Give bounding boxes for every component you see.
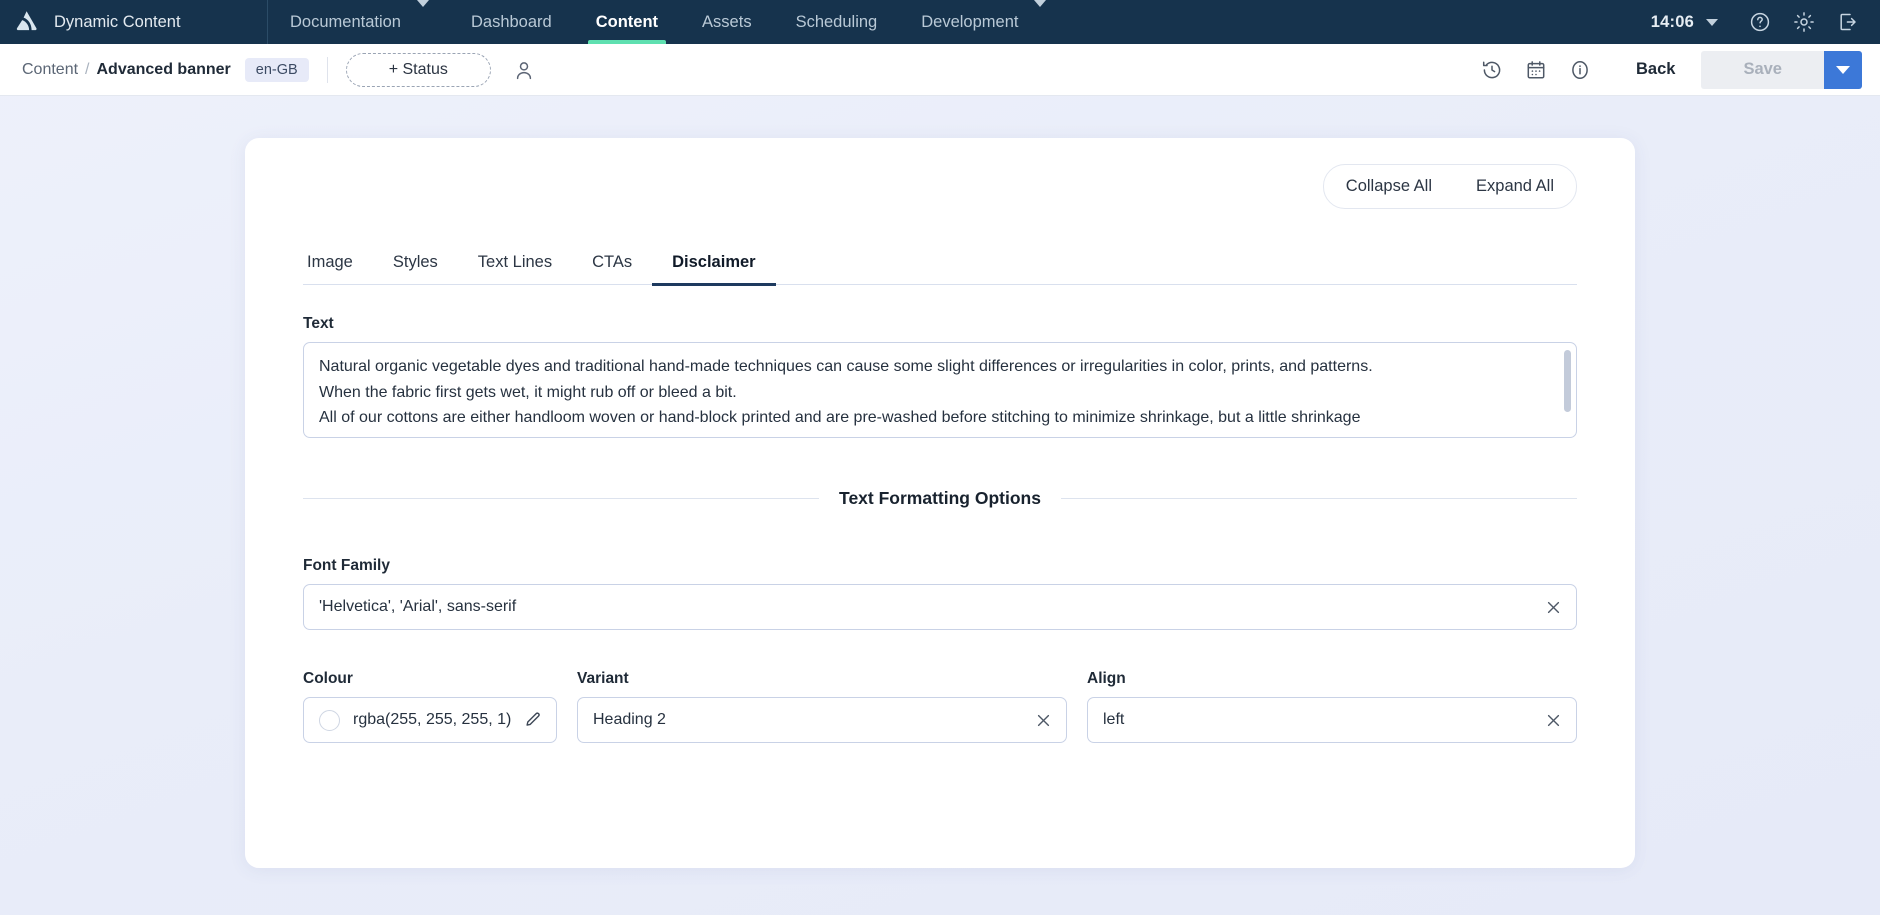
text-formatting-options-divider: Text Formatting Options — [303, 488, 1577, 509]
clock-label: 14:06 — [1650, 12, 1694, 31]
font-family-input[interactable]: 'Helvetica', 'Arial', sans-serif — [303, 584, 1577, 630]
colour-group: Colour rgba(255, 255, 255, 1) — [303, 670, 557, 743]
text-field-label: Text — [303, 315, 334, 332]
expand-all-button[interactable]: Expand All — [1454, 165, 1576, 208]
tab-text-lines[interactable]: Text Lines — [458, 243, 572, 284]
top-navigation-bar: Dynamic Content Documentation Dashboard … — [0, 0, 1880, 44]
tab-image[interactable]: Image — [303, 243, 373, 284]
align-input[interactable]: left — [1087, 697, 1577, 743]
nav-item-content[interactable]: Content — [574, 0, 680, 44]
content-toolbar: Content / Advanced banner en-GB + Status — [0, 44, 1880, 96]
person-icon[interactable] — [513, 59, 535, 81]
collapse-all-button[interactable]: Collapse All — [1324, 165, 1454, 208]
align-group: Align left — [1087, 670, 1577, 743]
align-close-icon[interactable] — [1537, 712, 1562, 729]
brand-area[interactable]: Dynamic Content — [0, 0, 268, 44]
nav-item-label: Assets — [702, 12, 752, 31]
variant-value: Heading 2 — [593, 711, 666, 728]
text-line: All of our cottons are either handloom w… — [319, 409, 1361, 426]
variant-close-icon[interactable] — [1027, 712, 1052, 729]
dynamic-content-logo-icon — [14, 9, 40, 35]
toolbar-divider — [326, 56, 328, 83]
text-field-group: Text Natural organic vegetable dyes and … — [303, 315, 1577, 438]
breadcrumb-root[interactable]: Content — [22, 61, 78, 79]
variant-input[interactable]: Heading 2 — [577, 697, 1067, 743]
font-family-label: Font Family — [303, 557, 390, 574]
save-button-group: Save — [1701, 50, 1862, 89]
help-circle-icon[interactable] — [1738, 0, 1782, 44]
nav-item-label: Development — [921, 12, 1019, 31]
tab-styles[interactable]: Styles — [373, 243, 458, 284]
nav-item-assets[interactable]: Assets — [680, 0, 774, 44]
variant-label: Variant — [577, 670, 629, 687]
format-fields-row: Colour rgba(255, 255, 255, 1) Variant He… — [303, 670, 1577, 743]
brand-label: Dynamic Content — [54, 12, 181, 31]
clock-chevron-down-icon[interactable] — [1706, 18, 1718, 26]
collapse-expand-row: Collapse All Expand All — [303, 164, 1577, 209]
collapse-expand-pill: Collapse All Expand All — [1322, 164, 1577, 209]
section-title: Text Formatting Options — [839, 488, 1041, 508]
text-line: Natural organic vegetable dyes and tradi… — [319, 358, 1373, 375]
nav-item-documentation[interactable]: Documentation — [268, 0, 411, 44]
align-value: left — [1103, 711, 1125, 728]
gear-icon[interactable] — [1782, 0, 1826, 44]
colour-swatch — [319, 709, 340, 731]
content-card: Collapse All Expand All Image Styles Tex… — [245, 138, 1635, 868]
breadcrumb: Content / Advanced banner — [22, 61, 231, 79]
history-icon[interactable] — [1470, 50, 1514, 90]
documentation-chevron-down-icon[interactable] — [416, 0, 429, 7]
variant-group: Variant Heading 2 — [577, 670, 1067, 743]
colour-input[interactable]: rgba(255, 255, 255, 1) — [303, 697, 557, 743]
text-textarea-content: Natural organic vegetable dyes and tradi… — [304, 343, 1576, 431]
font-family-group: Font Family 'Helvetica', 'Arial', sans-s… — [303, 557, 1577, 630]
nav-item-label: Dashboard — [470, 12, 552, 31]
nav-right-cluster: 14:06 — [1641, 0, 1880, 44]
font-family-value: 'Helvetica', 'Arial', sans-serif — [319, 598, 517, 615]
nav-item-label: Content — [595, 12, 659, 31]
tab-ctas[interactable]: CTAs — [572, 243, 652, 284]
colour-value: rgba(255, 255, 255, 1) — [353, 711, 512, 728]
breadcrumb-separator: / — [85, 60, 90, 78]
nav-item-scheduling[interactable]: Scheduling — [774, 0, 900, 44]
save-options-chevron-down-icon[interactable] — [1824, 50, 1862, 89]
colour-label: Colour — [303, 670, 353, 687]
chevron-down-glyph — [1836, 65, 1850, 74]
nav-item-label: Documentation — [290, 12, 401, 31]
textarea-scrollbar[interactable] — [1564, 350, 1571, 412]
text-textarea[interactable]: Natural organic vegetable dyes and tradi… — [303, 342, 1577, 438]
align-label: Align — [1087, 670, 1126, 687]
nav-item-list: Documentation Dashboard Content Assets S… — [268, 0, 1066, 44]
pencil-icon[interactable] — [518, 711, 542, 729]
divider-line-right — [1060, 498, 1577, 499]
add-status-button[interactable]: + Status — [345, 52, 491, 87]
page-stage: Collapse All Expand All Image Styles Tex… — [0, 96, 1880, 915]
card-tab-bar: Image Styles Text Lines CTAs Disclaimer — [303, 243, 1577, 286]
divider-line-left — [303, 498, 820, 499]
locale-badge[interactable]: en-GB — [244, 57, 309, 82]
font-family-close-icon[interactable] — [1537, 599, 1562, 616]
back-button[interactable]: Back — [1602, 60, 1701, 79]
save-button[interactable]: Save — [1701, 50, 1824, 89]
development-chevron-down-icon[interactable] — [1034, 0, 1047, 7]
calendar-icon[interactable] — [1514, 50, 1558, 90]
text-line: When the fabric first gets wet, it might… — [319, 383, 737, 401]
nav-item-dashboard[interactable]: Dashboard — [449, 0, 574, 44]
nav-item-label: Scheduling — [795, 12, 878, 31]
tab-disclaimer[interactable]: Disclaimer — [652, 243, 777, 286]
info-icon[interactable] — [1558, 50, 1602, 90]
nav-item-development[interactable]: Development — [899, 0, 1028, 44]
toolbar-right-cluster: Back Save — [1470, 50, 1862, 90]
breadcrumb-current: Advanced banner — [96, 60, 231, 78]
logout-icon[interactable] — [1826, 0, 1870, 44]
